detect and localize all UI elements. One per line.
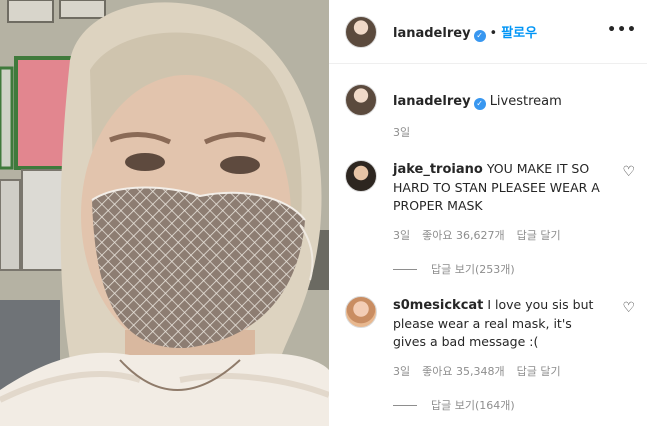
follow-button[interactable]: 팔로우 xyxy=(501,26,537,41)
caption-body: Livestream xyxy=(489,94,562,109)
like-heart-icon[interactable]: ♡ xyxy=(622,300,635,316)
header-user: lanadelrey ✓ • 팔로우 xyxy=(393,22,537,42)
comment-timestamp[interactable]: 3일 xyxy=(393,229,410,242)
caption-text: lanadelrey ✓ Livestream xyxy=(393,94,562,110)
reply-button[interactable]: 답글 달기 xyxy=(517,229,561,242)
view-replies-button[interactable]: 답글 보기(164개) xyxy=(393,397,515,413)
like-heart-icon[interactable]: ♡ xyxy=(622,164,635,180)
replies-divider xyxy=(393,404,417,406)
caption-username-link[interactable]: lanadelrey xyxy=(393,94,471,109)
separator-dot: • xyxy=(489,26,498,41)
comment-text: s0mesickcat I love you sis but please we… xyxy=(393,296,603,351)
avatar[interactable] xyxy=(345,16,377,48)
verified-badge-icon: ✓ xyxy=(473,30,486,42)
commenter-avatar[interactable] xyxy=(345,296,377,328)
view-replies-label: 답글 보기(164개) xyxy=(431,399,515,412)
view-replies-label: 답글 보기(253개) xyxy=(431,263,515,276)
replies-divider xyxy=(393,268,417,270)
commenter-username-link[interactable]: s0mesickcat xyxy=(393,298,483,313)
commenter-username-link[interactable]: jake_troiano xyxy=(393,162,483,177)
reply-button[interactable]: 답글 달기 xyxy=(517,365,561,378)
username-link[interactable]: lanadelrey xyxy=(393,26,471,41)
comment-likes[interactable]: 좋아요 35,348개 xyxy=(422,365,504,378)
commenter-avatar[interactable] xyxy=(345,160,377,192)
avatar[interactable] xyxy=(345,84,377,116)
view-replies-button[interactable]: 답글 보기(253개) xyxy=(393,261,515,277)
comment-likes[interactable]: 좋아요 36,627개 xyxy=(422,229,504,242)
post-media[interactable] xyxy=(0,0,329,426)
comment-timestamp[interactable]: 3일 xyxy=(393,365,410,378)
verified-badge-icon: ✓ xyxy=(473,98,486,110)
caption-timestamp[interactable]: 3일 xyxy=(393,124,410,140)
comment-panel: lanadelrey ✓ • 팔로우 ••• lanadelrey ✓ Livestre… xyxy=(329,0,647,426)
comment-meta: 3일 좋아요 35,348개 답글 달기 xyxy=(393,363,573,379)
comment-meta: 3일 좋아요 36,627개 답글 달기 xyxy=(393,227,573,243)
more-options-icon[interactable]: ••• xyxy=(607,22,637,38)
post-header: lanadelrey ✓ • 팔로우 ••• xyxy=(329,0,647,64)
comment-text: jake_troiano YOU MAKE IT SO HARD TO STAN… xyxy=(393,160,603,215)
post-photo xyxy=(0,0,329,426)
